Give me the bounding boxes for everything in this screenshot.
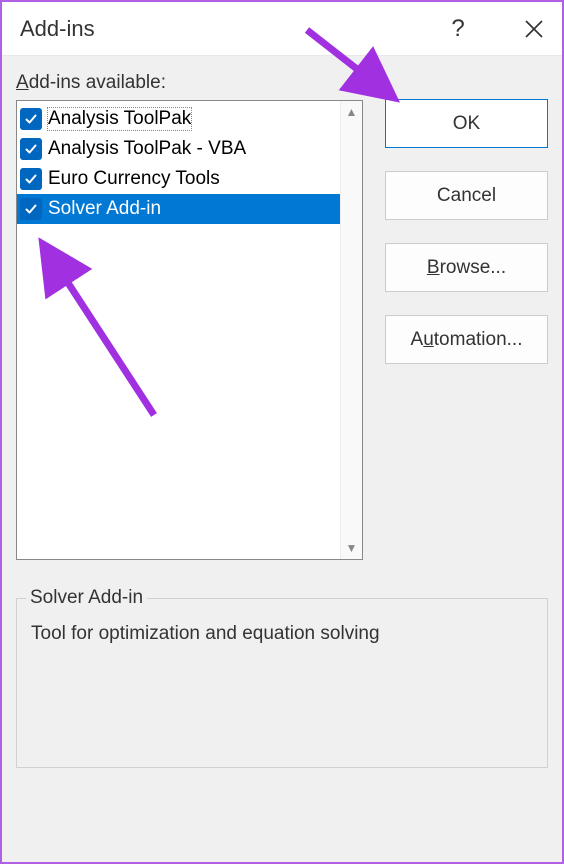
addins-dialog: Add-ins ? Add-ins available: Analysis To… bbox=[2, 2, 562, 862]
dialog-title: Add-ins bbox=[20, 16, 444, 42]
titlebar: Add-ins ? bbox=[2, 2, 562, 56]
list-item[interactable]: Solver Add-in bbox=[17, 194, 340, 224]
list-item-label: Solver Add-in bbox=[48, 198, 161, 220]
checkbox-icon[interactable] bbox=[20, 198, 42, 220]
checkbox-icon[interactable] bbox=[20, 138, 42, 160]
addins-available-label: Add-ins available: bbox=[16, 72, 363, 94]
checkbox-icon[interactable] bbox=[20, 168, 42, 190]
list-item-label: Analysis ToolPak - VBA bbox=[48, 138, 246, 160]
list-item-label: Analysis ToolPak bbox=[48, 108, 191, 130]
list-item[interactable]: Analysis ToolPak - VBA bbox=[17, 134, 340, 164]
list-section: Add-ins available: Analysis ToolPakAnaly… bbox=[16, 72, 363, 560]
list-item[interactable]: Analysis ToolPak bbox=[17, 104, 340, 134]
description-groupbox: Solver Add-in Tool for optimization and … bbox=[16, 598, 548, 768]
groupbox-description: Tool for optimization and equation solvi… bbox=[31, 623, 533, 645]
scrollbar[interactable]: ▲ ▼ bbox=[340, 101, 362, 559]
scroll-up-icon[interactable]: ▲ bbox=[341, 101, 362, 123]
main-row: Add-ins available: Analysis ToolPakAnaly… bbox=[16, 72, 548, 560]
checkbox-icon[interactable] bbox=[20, 108, 42, 130]
list-item[interactable]: Euro Currency Tools bbox=[17, 164, 340, 194]
list-item-label: Euro Currency Tools bbox=[48, 168, 220, 190]
titlebar-actions: ? bbox=[444, 15, 548, 43]
close-icon[interactable] bbox=[520, 15, 548, 43]
help-icon[interactable]: ? bbox=[444, 15, 472, 43]
dialog-content: Add-ins available: Analysis ToolPakAnaly… bbox=[2, 56, 562, 862]
browse-button[interactable]: Browse... bbox=[385, 243, 548, 292]
addins-listbox[interactable]: Analysis ToolPak Analysis ToolPak - VBA Eu… bbox=[16, 100, 363, 560]
ok-button[interactable]: OK bbox=[385, 99, 548, 148]
automation-button[interactable]: Automation... bbox=[385, 315, 548, 364]
cancel-button[interactable]: Cancel bbox=[385, 171, 548, 220]
buttons-column: OK Cancel Browse... Automation... bbox=[385, 99, 548, 364]
scroll-down-icon[interactable]: ▼ bbox=[341, 537, 362, 559]
listbox-items: Analysis ToolPak Analysis ToolPak - VBA Eu… bbox=[17, 101, 340, 559]
groupbox-title: Solver Add-in bbox=[26, 587, 147, 609]
